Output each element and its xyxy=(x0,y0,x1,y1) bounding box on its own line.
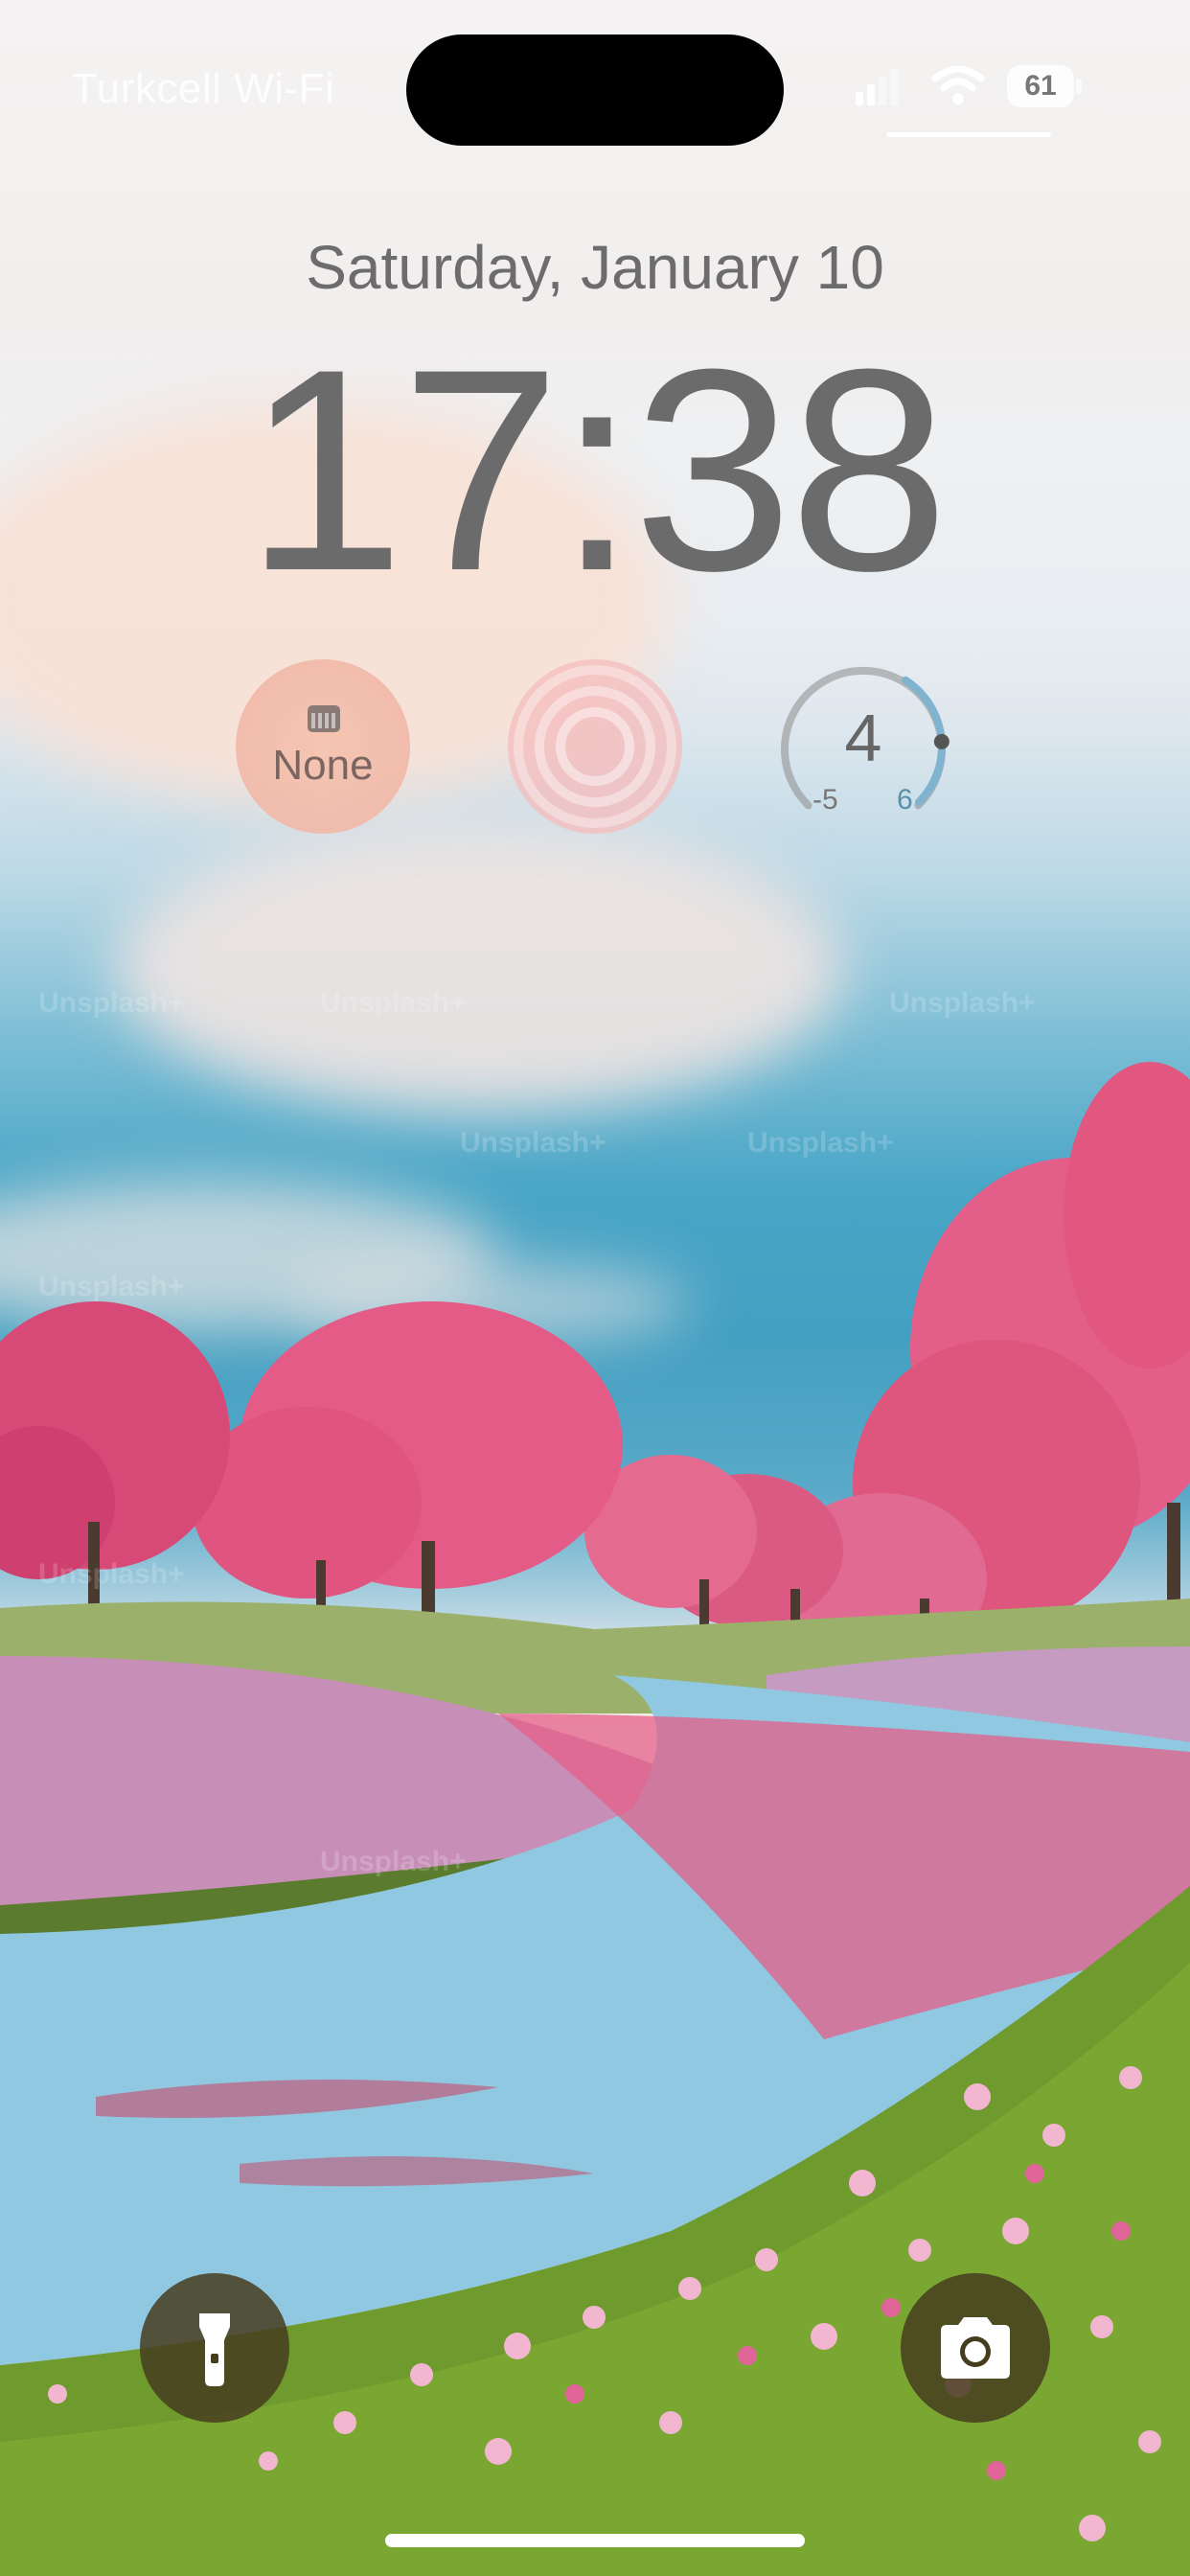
calendar-icon xyxy=(308,705,340,732)
cellular-signal-icon xyxy=(856,69,898,105)
battery-tip xyxy=(1076,79,1082,94)
flashlight-icon xyxy=(199,2313,230,2386)
battery-percent: 61 xyxy=(1007,65,1074,107)
lock-date[interactable]: Saturday, January 10 xyxy=(0,232,1190,303)
home-indicator[interactable] xyxy=(385,2534,805,2547)
calendar-widget[interactable]: None xyxy=(236,659,410,834)
camera-button[interactable] xyxy=(901,2273,1050,2423)
watermark: Unsplash+ xyxy=(747,1127,894,1159)
wifi-icon xyxy=(931,65,985,104)
flashlight-button[interactable] xyxy=(140,2273,289,2423)
camera-icon xyxy=(941,2317,1010,2379)
watermark: Unsplash+ xyxy=(320,987,467,1019)
activity-rings-icon xyxy=(514,665,676,828)
status-bar: Turkcell Wi-Fi 61 xyxy=(0,0,1190,146)
watermark: Unsplash+ xyxy=(38,1271,185,1302)
carrier-label: Turkcell Wi-Fi xyxy=(72,65,335,112)
temperature-value: 4 xyxy=(844,701,882,775)
dynamic-island xyxy=(406,34,784,146)
temperature-min: -5 xyxy=(812,784,838,816)
watermark: Unsplash+ xyxy=(460,1127,606,1159)
watermark: Unsplash+ xyxy=(320,1846,467,1877)
calendar-widget-label: None xyxy=(272,742,374,789)
watermark: Unsplash+ xyxy=(38,1558,185,1590)
battery-icon: 61 xyxy=(1007,65,1082,107)
watermark: Unsplash+ xyxy=(38,987,185,1019)
activity-rings-widget[interactable] xyxy=(508,659,682,834)
lock-time: 17:38 xyxy=(244,309,950,631)
status-indicator-line xyxy=(886,132,1051,137)
temperature-widget[interactable]: 4 -5 6 xyxy=(776,659,950,834)
temperature-max: 6 xyxy=(897,784,913,816)
watermark: Unsplash+ xyxy=(889,987,1036,1019)
lock-screen: Unsplash+ Unsplash+ Unsplash+ Unsplash+ … xyxy=(0,0,1190,2576)
